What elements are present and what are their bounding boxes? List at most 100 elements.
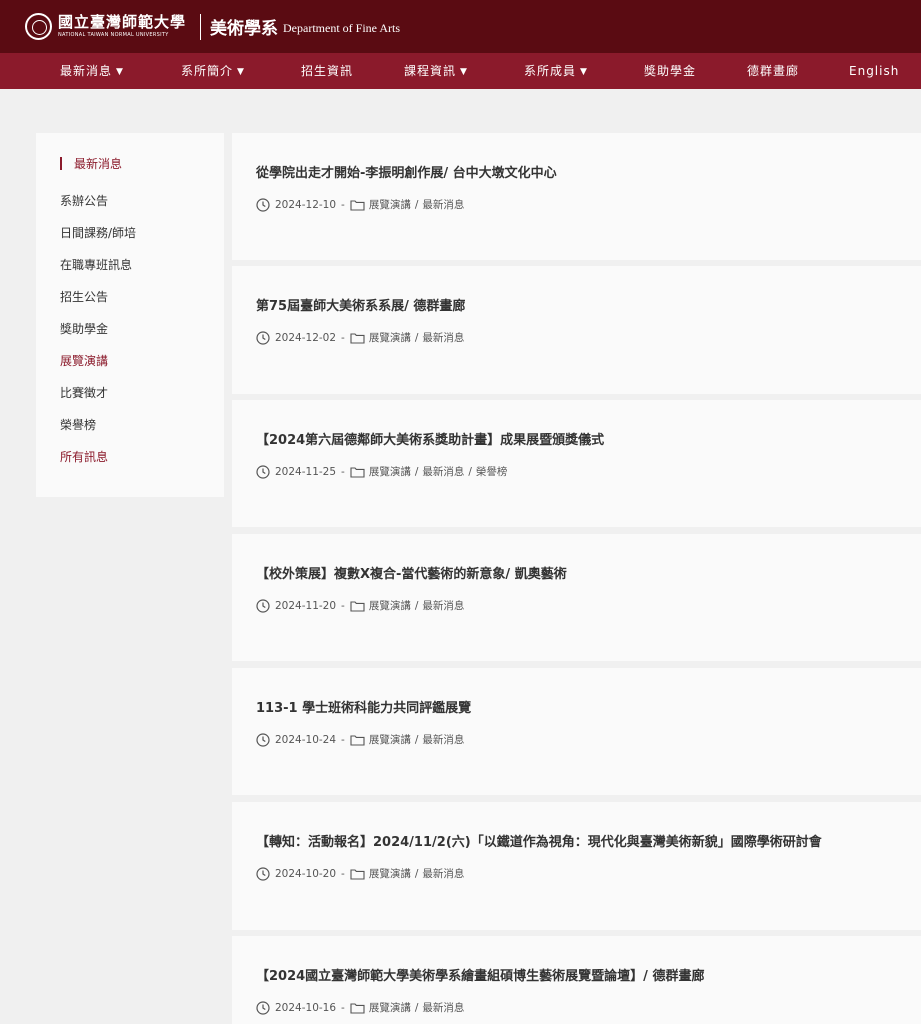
- folder-icon: [350, 1002, 365, 1014]
- post-category[interactable]: 最新消息: [422, 1000, 464, 1015]
- clock-icon: [256, 1000, 270, 1015]
- nav-item-label: 系所簡介: [181, 64, 234, 78]
- sidebar-item-scholarships[interactable]: 獎助學金: [60, 320, 108, 337]
- post-meta: 2024-11-20 - 展覽演講 / 最新消息: [256, 598, 464, 613]
- sidebar-item-honor-roll[interactable]: 榮譽榜: [60, 416, 96, 433]
- main-nav: 最新消息 ▼ 系所簡介 ▼ 招生資訊 課程資訊 ▼ 系所成員 ▼ 獎助學金 德群畫廊 E…: [0, 53, 921, 89]
- chevron-down-icon: ▼: [460, 67, 468, 77]
- sidebar-item-day-courses[interactable]: 日間課務/師培: [60, 224, 136, 241]
- folder-icon: [350, 199, 365, 211]
- post-category[interactable]: 展覽演講: [369, 1000, 411, 1015]
- post-meta: 2024-10-24 - 展覽演講 / 最新消息: [256, 732, 464, 747]
- university-name-en: NATIONAL TAIWAN NORMAL UNIVERSITY: [58, 32, 169, 38]
- post-meta: 2024-12-10 - 展覽演講 / 最新消息: [256, 197, 464, 212]
- clock-icon: [256, 330, 270, 345]
- meta-separator: -: [341, 465, 345, 478]
- post-title[interactable]: 【轉知：活動報名】2024/11/2(六)「以鐵道作為視角：現代化與臺灣美術新貌…: [256, 831, 822, 850]
- category-sidebar: 最新消息 系辦公告 日間課務/師培 在職專班訊息 招生公告 獎助學金 展覽演講 …: [36, 133, 224, 497]
- logo-divider: [200, 13, 202, 40]
- post-meta: 2024-10-16 - 展覽演講 / 最新消息: [256, 1000, 464, 1015]
- clock-icon: [256, 464, 270, 479]
- post-date: 2024-10-16: [275, 1001, 337, 1014]
- post-category[interactable]: 最新消息: [422, 732, 464, 747]
- nav-item-about[interactable]: 系所簡介 ▼: [181, 53, 245, 89]
- chevron-down-icon: ▼: [237, 67, 245, 77]
- post-card: 【校外策展】複數X複合-當代藝術的新意象/ 凱奧藝術 2024-11-20 - …: [232, 534, 921, 661]
- nav-item-label: 德群畫廊: [747, 64, 800, 78]
- nav-item-label: 課程資訊: [404, 64, 457, 78]
- folder-icon: [350, 868, 365, 880]
- post-date: 2024-11-25: [275, 465, 337, 478]
- post-title[interactable]: 【校外策展】複數X複合-當代藝術的新意象/ 凱奧藝術: [256, 563, 567, 582]
- sidebar-item-dept-announcements[interactable]: 系辦公告: [60, 192, 108, 209]
- clock-icon: [256, 598, 270, 613]
- post-category[interactable]: 展覽演講: [369, 197, 411, 212]
- nav-item-label: 系所成員: [524, 64, 577, 78]
- post-category[interactable]: 展覽演講: [369, 866, 411, 881]
- post-date: 2024-11-20: [275, 599, 337, 612]
- post-date: 2024-12-10: [275, 198, 337, 211]
- post-title[interactable]: 113-1 學士班術科能力共同評鑑展覽: [256, 697, 471, 716]
- post-title[interactable]: 從學院出走才開始-李振明創作展/ 台中大墩文化中心: [256, 162, 557, 181]
- post-card: 113-1 學士班術科能力共同評鑑展覽 2024-10-24 - 展覽演講 / …: [232, 668, 921, 795]
- post-category[interactable]: 最新消息: [422, 464, 464, 479]
- sidebar-item-inservice[interactable]: 在職專班訊息: [60, 256, 132, 273]
- meta-separator: -: [341, 1001, 345, 1014]
- clock-icon: [256, 732, 270, 747]
- nav-item-news[interactable]: 最新消息 ▼: [60, 53, 124, 89]
- clock-icon: [256, 866, 270, 881]
- post-card: 第75屆臺師大美術系系展/ 德群畫廊 2024-12-02 - 展覽演講 / 最…: [232, 266, 921, 394]
- active-indicator: [60, 157, 62, 170]
- nav-item-scholarships[interactable]: 獎助學金: [644, 53, 696, 89]
- post-category[interactable]: 最新消息: [422, 866, 464, 881]
- nav-item-label: 招生資訊: [301, 64, 354, 78]
- chevron-down-icon: ▼: [580, 67, 588, 77]
- post-title[interactable]: 【2024第六屆德鄰師大美術系獎助計畫】成果展暨頒獎儀式: [256, 429, 604, 448]
- folder-icon: [350, 734, 365, 746]
- nav-item-gallery[interactable]: 德群畫廊: [747, 53, 799, 89]
- nav-item-members[interactable]: 系所成員 ▼: [524, 53, 588, 89]
- post-card: 【2024國立臺灣師範大學美術學系繪畫組碩博生藝術展覽暨論壇】/ 德群畫廊 20…: [232, 936, 921, 1024]
- post-card: 【轉知：活動報名】2024/11/2(六)「以鐵道作為視角：現代化與臺灣美術新貌…: [232, 802, 921, 930]
- site-header: 國立臺灣師範大學 NATIONAL TAIWAN NORMAL UNIVERSI…: [0, 0, 921, 53]
- post-date: 2024-10-24: [275, 733, 337, 746]
- post-date: 2024-12-02: [275, 331, 337, 344]
- nav-item-courses[interactable]: 課程資訊 ▼: [404, 53, 468, 89]
- university-logo[interactable]: 國立臺灣師範大學 NATIONAL TAIWAN NORMAL UNIVERSI…: [58, 15, 186, 38]
- nav-item-english[interactable]: English: [849, 53, 899, 89]
- meta-separator: -: [341, 867, 345, 880]
- university-seal-icon[interactable]: [25, 13, 52, 40]
- post-title[interactable]: 第75屆臺師大美術系系展/ 德群畫廊: [256, 295, 465, 314]
- post-category[interactable]: 最新消息: [422, 598, 464, 613]
- sidebar-item-exhibitions[interactable]: 展覽演講: [60, 352, 108, 369]
- sidebar-item-all[interactable]: 所有訊息: [60, 448, 108, 465]
- nav-item-admission[interactable]: 招生資訊: [301, 53, 353, 89]
- post-card: 【2024第六屆德鄰師大美術系獎助計畫】成果展暨頒獎儀式 2024-11-25 …: [232, 400, 921, 527]
- sidebar-item-competitions[interactable]: 比賽徵才: [60, 384, 108, 401]
- post-category[interactable]: 展覽演講: [369, 732, 411, 747]
- post-category[interactable]: 展覽演講: [369, 598, 411, 613]
- post-category[interactable]: 展覽演講: [369, 330, 411, 345]
- department-name-en: Department of Fine Arts: [283, 20, 400, 35]
- folder-icon: [350, 600, 365, 612]
- meta-separator: -: [341, 599, 345, 612]
- department-name-zh[interactable]: 美術學系: [210, 14, 278, 39]
- post-category[interactable]: 最新消息: [422, 197, 464, 212]
- folder-icon: [350, 466, 365, 478]
- post-date: 2024-10-20: [275, 867, 337, 880]
- nav-item-label: 獎助學金: [644, 64, 697, 78]
- meta-separator: -: [341, 198, 345, 211]
- post-category[interactable]: 榮譽榜: [476, 464, 508, 479]
- post-category[interactable]: 展覽演講: [369, 464, 411, 479]
- nav-item-label: 最新消息: [60, 64, 113, 78]
- chevron-down-icon: ▼: [116, 67, 124, 77]
- post-meta: 2024-10-20 - 展覽演講 / 最新消息: [256, 866, 464, 881]
- folder-icon: [350, 332, 365, 344]
- post-meta: 2024-11-25 - 展覽演講 / 最新消息 / 榮譽榜: [256, 464, 507, 479]
- university-name-zh: 國立臺灣師範大學: [58, 13, 187, 31]
- sidebar-item-news[interactable]: 最新消息: [74, 155, 122, 172]
- sidebar-item-admissions[interactable]: 招生公告: [60, 288, 108, 305]
- post-title[interactable]: 【2024國立臺灣師範大學美術學系繪畫組碩博生藝術展覽暨論壇】/ 德群畫廊: [256, 965, 704, 984]
- post-meta: 2024-12-02 - 展覽演講 / 最新消息: [256, 330, 464, 345]
- post-category[interactable]: 最新消息: [422, 330, 464, 345]
